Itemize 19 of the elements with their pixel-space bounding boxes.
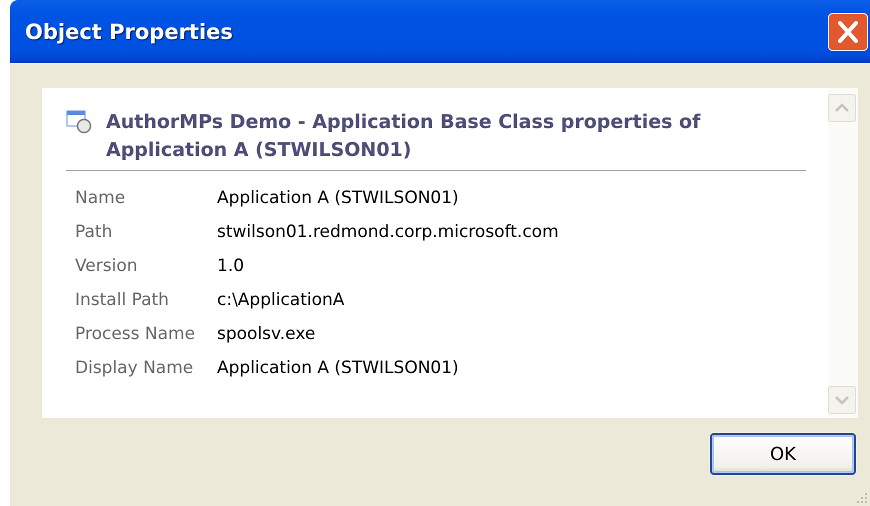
resize-grip-icon[interactable] (854, 490, 868, 504)
property-value: Application A (STWILSON01) (217, 357, 460, 380)
close-icon[interactable] (828, 12, 868, 50)
property-label: Path (75, 221, 114, 244)
property-label: Display Name (75, 357, 194, 380)
window-title: Object Properties (25, 20, 233, 44)
property-label: Install Path (75, 289, 170, 312)
scroll-up-icon[interactable] (828, 94, 856, 122)
properties-heading: AuthorMPs Demo - Application Base Class properties of Application A (STWILSON01) (106, 110, 702, 163)
ok-button[interactable]: OK (710, 433, 856, 475)
property-value: 1.0 (217, 255, 246, 278)
property-value: Application A (STWILSON01) (217, 187, 460, 210)
scroll-down-icon[interactable] (828, 386, 856, 414)
property-value: spoolsv.exe (217, 323, 316, 346)
property-value: c:\ApplicationA (217, 289, 346, 312)
property-label: Name (75, 187, 126, 210)
property-label: Version (75, 255, 139, 278)
property-label: Process Name (75, 323, 196, 346)
property-value: stwilson01.redmond.corp.microsoft.com (217, 221, 559, 244)
